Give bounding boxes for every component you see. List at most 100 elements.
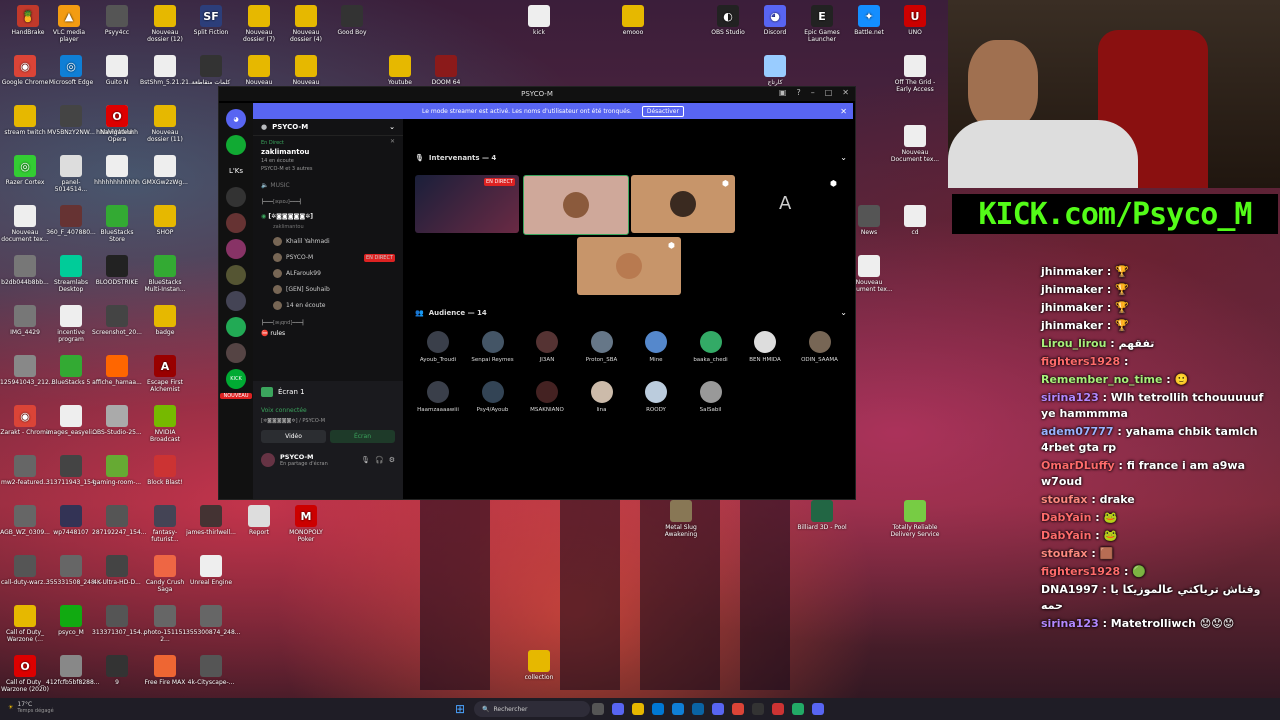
discord-taskbar-icon[interactable] bbox=[712, 703, 724, 715]
desktop-icon[interactable]: Totally Reliable Delivery Service bbox=[890, 500, 940, 538]
close-icon[interactable]: ✕ bbox=[390, 138, 395, 145]
server-icon[interactable] bbox=[226, 135, 246, 155]
audience-member[interactable]: SalSabil bbox=[684, 381, 738, 413]
desktop-icon[interactable]: panel-5014514... bbox=[46, 155, 96, 193]
server-icon[interactable] bbox=[226, 213, 246, 233]
desktop-icon[interactable]: U UNO bbox=[890, 5, 940, 36]
deactivate-button[interactable]: Désactiver bbox=[641, 105, 684, 117]
inbox-icon[interactable]: ▣ bbox=[779, 88, 787, 97]
obs-icon[interactable] bbox=[752, 703, 764, 715]
desktop-icon[interactable]: ✦ Battle.net bbox=[844, 5, 894, 36]
close-banner-icon[interactable]: ✕ bbox=[840, 107, 847, 116]
desktop-icon[interactable]: Nouveau document tex... bbox=[0, 205, 50, 243]
app-icon[interactable] bbox=[772, 703, 784, 715]
category-header[interactable]: ┣━━━[ǝʇsoɹ]━━━┫ bbox=[253, 197, 403, 207]
desktop-icon[interactable]: badge bbox=[140, 305, 190, 336]
category-header[interactable]: ┣━━━[ǝıןqnd]━━━┫ bbox=[253, 318, 403, 328]
desktop-icon[interactable]: gaming-room-... bbox=[92, 455, 142, 486]
desktop-icon[interactable]: SF Split Fiction bbox=[186, 5, 236, 36]
desktop-icon[interactable]: NVIDIA Broadcast bbox=[140, 405, 190, 443]
desktop-icon[interactable]: 9 bbox=[92, 655, 142, 686]
desktop-icon[interactable]: 313711943_154... bbox=[46, 455, 101, 486]
desktop-icon[interactable]: affiche_hamaa... bbox=[92, 355, 142, 386]
member-item[interactable]: 14 en écoute bbox=[253, 299, 403, 312]
desktop-icon[interactable]: AGB_WZ_0309... bbox=[0, 505, 50, 536]
chevron-down-icon[interactable]: ⌄ bbox=[840, 308, 847, 317]
desktop-icon[interactable]: collection bbox=[514, 650, 564, 681]
member-item[interactable]: Khalil Yahmadi bbox=[253, 235, 403, 248]
mic-icon[interactable]: 🎙 bbox=[361, 456, 370, 464]
desktop-icon[interactable]: b2db044b8bb... bbox=[0, 255, 50, 286]
member-item[interactable]: PSYCO-M EN DIRECT bbox=[253, 251, 403, 264]
chevron-down-icon[interactable]: ⌄ bbox=[840, 153, 847, 162]
desktop-icon[interactable]: james-thirlwell... bbox=[186, 505, 236, 536]
speaker-tile[interactable]: A ⬢ bbox=[739, 175, 843, 233]
server-icon[interactable] bbox=[226, 317, 246, 337]
server-icon[interactable] bbox=[226, 239, 246, 259]
chevron-down-icon[interactable]: ⌄ bbox=[389, 123, 395, 131]
speaker-tile[interactable] bbox=[523, 175, 629, 235]
audience-member[interactable]: MSAKNIANO bbox=[520, 381, 574, 413]
speaker-tile[interactable]: ⬢ bbox=[577, 237, 681, 295]
desktop-icon[interactable]: Screenshot_20... bbox=[92, 305, 142, 336]
desktop-icon[interactable]: kick bbox=[514, 5, 564, 36]
voice-channel[interactable]: ◉ [✲◙◙◙◙◙✲] bbox=[253, 211, 403, 222]
gear-icon[interactable]: ⚙ bbox=[389, 456, 395, 464]
desktop-icon[interactable]: 4k-Cityscape-... bbox=[186, 655, 236, 686]
screen-button[interactable]: Écran bbox=[330, 430, 395, 443]
desktop-icon[interactable]: كارتاج bbox=[750, 55, 800, 86]
desktop-icon[interactable]: hhhhhhhhhhhh bbox=[92, 155, 142, 186]
desktop-icon[interactable]: ▲ VLC media player bbox=[44, 5, 94, 43]
store-icon[interactable] bbox=[652, 703, 664, 715]
server-icon[interactable] bbox=[226, 187, 246, 207]
server-icon[interactable] bbox=[226, 265, 246, 285]
desktop-icon[interactable]: 287192247_154... bbox=[92, 505, 147, 536]
channel-rules[interactable]: ⛔ rules bbox=[253, 328, 403, 339]
member-item[interactable]: [GEN] Souhaib bbox=[253, 283, 403, 296]
desktop-icon[interactable]: M MONOPOLY Poker bbox=[281, 505, 331, 543]
desktop-icon[interactable]: photo-151151 2... bbox=[140, 605, 190, 643]
title-bar[interactable]: PSYCO-M ▣ ? – □ ✕ bbox=[219, 87, 855, 101]
desktop-icon[interactable]: Guito N bbox=[92, 55, 142, 86]
desktop-icon[interactable]: fantasy-futurist... bbox=[140, 505, 190, 543]
weather-widget[interactable]: ☀ 17°C Temps dégagé bbox=[8, 701, 54, 714]
audience-member[interactable]: ODIN_SAAMA bbox=[793, 331, 847, 363]
desktop-icon[interactable]: 313371307_154... bbox=[92, 605, 147, 636]
desktop-icon[interactable]: MV5BNzY2NW... bbox=[46, 105, 96, 136]
server-icon[interactable] bbox=[226, 291, 246, 311]
desktop-icon[interactable]: 355300874_248... bbox=[186, 605, 241, 636]
task-view-icon[interactable] bbox=[592, 703, 604, 715]
desktop-icon[interactable]: Free Fire MAX bbox=[140, 655, 190, 686]
desktop-icon[interactable]: Block Blast! bbox=[140, 455, 190, 486]
desktop-icon[interactable]: cd bbox=[890, 205, 940, 236]
desktop-icon[interactable]: Nouveau Document tex... bbox=[890, 125, 940, 163]
desktop-icon[interactable]: BLOODSTRIKE bbox=[92, 255, 142, 286]
desktop-icon[interactable]: Nouveau dossier (4) bbox=[281, 5, 331, 43]
desktop-icon[interactable]: Unreal Engine bbox=[186, 555, 236, 586]
desktop-icon[interactable]: كلمات متقاطعة bbox=[186, 55, 236, 86]
desktop-icon[interactable]: ◎ Microsoft Edge bbox=[46, 55, 96, 86]
desktop-icon[interactable]: ◐ OBS Studio bbox=[703, 5, 753, 36]
desktop-icon[interactable]: mw2-featured... bbox=[0, 455, 50, 486]
desktop-icon[interactable]: BlueStacks Multi-Instan... bbox=[140, 255, 190, 293]
desktop-icon[interactable]: 360_F_407880... bbox=[46, 205, 96, 236]
speakers-header[interactable]: 🎙 Intervenants — 4 bbox=[409, 154, 496, 162]
audience-member[interactable]: ROODY bbox=[629, 381, 683, 413]
audience-header[interactable]: 👥 Audience — 14 bbox=[409, 309, 487, 317]
audience-member[interactable]: Senpai Reymes bbox=[466, 331, 520, 363]
desktop-icon[interactable]: A Escape First Alchemist bbox=[140, 355, 190, 393]
desktop-icon[interactable]: Metal Slug Awakening bbox=[656, 500, 706, 538]
windows-start-icon[interactable]: ⊞ bbox=[455, 702, 465, 716]
speaker-tile[interactable]: ⬢ bbox=[631, 175, 735, 233]
desktop-icon[interactable]: Youtube bbox=[375, 55, 425, 86]
audience-member[interactable]: BEN HMIDA bbox=[738, 331, 792, 363]
desktop-icon[interactable]: Billiard 3D - Pool bbox=[797, 500, 847, 531]
minimize-icon[interactable]: – bbox=[811, 88, 815, 97]
desktop-icon[interactable]: Psyy4cc bbox=[92, 5, 142, 36]
user-row[interactable]: PSYCO-M En partage d'écran 🎙 🎧 ⚙ bbox=[253, 449, 403, 471]
audience-member[interactable]: Mine bbox=[629, 331, 683, 363]
desktop-icon[interactable]: BlueStacks Store bbox=[92, 205, 142, 243]
desktop-icon[interactable]: Streamlabs Desktop bbox=[46, 255, 96, 293]
screen-share-row[interactable]: Écran 1 bbox=[253, 381, 403, 403]
live-stream-tile[interactable]: EN DIRECT bbox=[415, 175, 519, 233]
